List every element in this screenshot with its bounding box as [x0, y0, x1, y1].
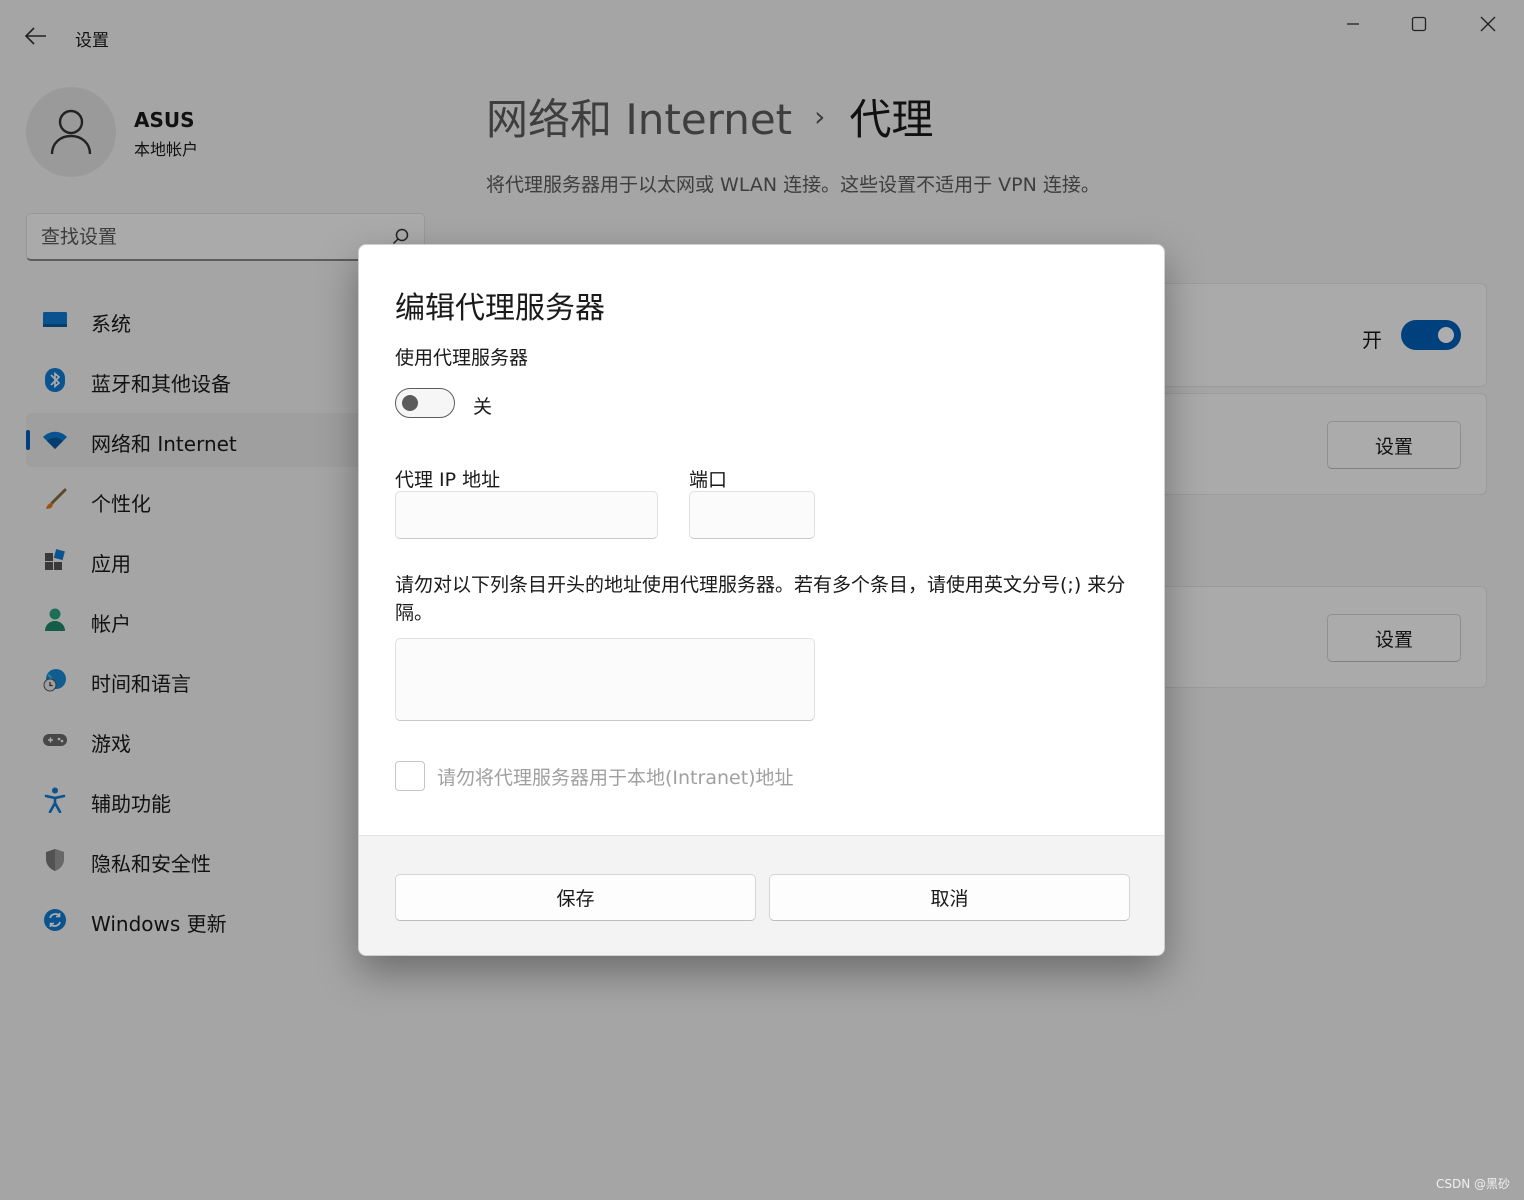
dialog-footer: 保存 取消	[359, 835, 1164, 955]
proxy-ip-input[interactable]	[395, 491, 658, 539]
exceptions-textarea[interactable]	[395, 638, 815, 721]
dialog-title: 编辑代理服务器	[395, 291, 605, 326]
local-bypass-checkbox[interactable]	[395, 761, 425, 791]
use-proxy-toggle[interactable]	[395, 388, 455, 418]
use-proxy-label: 使用代理服务器	[395, 347, 529, 369]
watermark: CSDN @黑砂	[1435, 1177, 1510, 1191]
exceptions-label: 请勿对以下列条目开头的地址使用代理服务器。若有多个条目，请使用英文分号(;) 来…	[395, 574, 1126, 624]
save-button[interactable]: 保存	[395, 874, 756, 921]
proxy-ip-label: 代理 IP 地址	[395, 469, 501, 491]
edit-proxy-dialog: 编辑代理服务器 使用代理服务器 关 代理 IP 地址 端口 请勿对以下列条目开头…	[358, 244, 1165, 956]
port-label: 端口	[689, 469, 728, 491]
local-bypass-label: 请勿将代理服务器用于本地(Intranet)地址	[437, 767, 794, 789]
toggle-knob	[402, 395, 418, 411]
cancel-button[interactable]: 取消	[769, 874, 1130, 921]
use-proxy-state-label: 关	[473, 396, 493, 418]
port-input[interactable]	[689, 491, 815, 539]
